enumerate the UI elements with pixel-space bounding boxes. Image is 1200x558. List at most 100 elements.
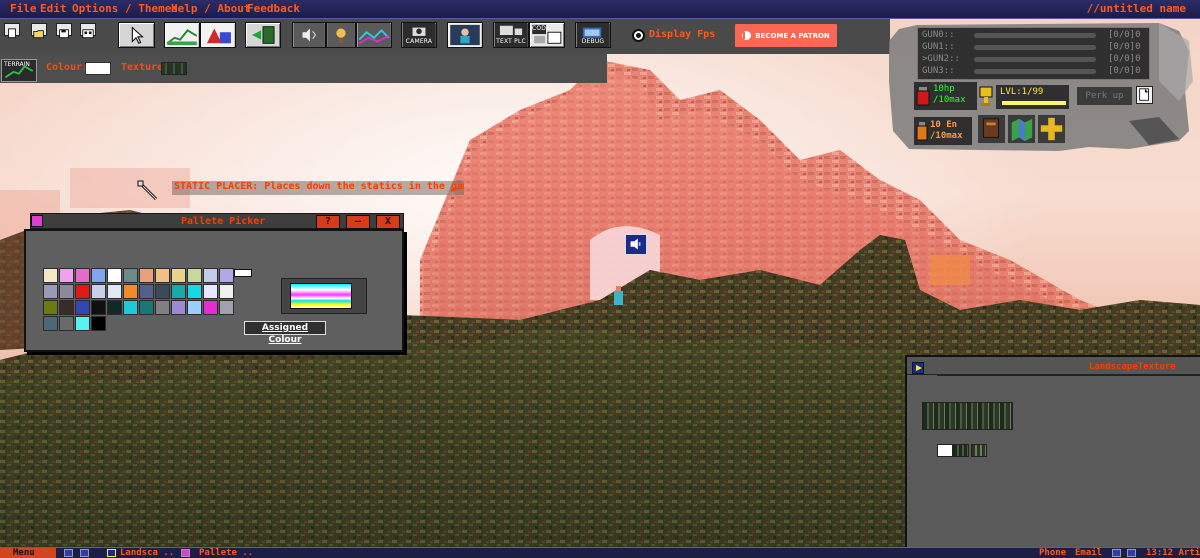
palette-swatch[interactable] [59,268,74,283]
texture-swatch[interactable] [161,62,187,75]
palette-swatch[interactable] [75,316,90,331]
perk-up-button[interactable]: Perk up [1076,86,1133,106]
texture-option-plain[interactable] [937,444,953,457]
palette-swatch[interactable] [43,316,58,331]
palette-swatch[interactable] [155,268,170,283]
palette-swatch[interactable] [219,284,234,299]
new-file-icon[interactable] [4,23,20,38]
sound-static-button[interactable] [292,22,326,48]
camera-button[interactable]: CAMERA [401,22,437,48]
tray-icon[interactable] [1127,549,1136,557]
objects-tool-button[interactable] [200,22,236,48]
radio-icon[interactable] [632,29,645,42]
palette-swatch[interactable] [43,300,58,315]
background-static-button[interactable] [356,22,392,48]
menu-options-themes[interactable]: Options / Themes [72,2,178,15]
phone-link[interactable]: Phone [1039,548,1066,558]
menu-feedback[interactable]: Feedback [247,2,300,15]
help-button[interactable]: ? [316,215,340,229]
palette-swatch[interactable] [155,284,170,299]
export-icon[interactable] [80,23,96,38]
palette-swatch[interactable] [43,284,58,299]
taskbar-app-icon[interactable] [80,549,89,557]
inventory-slot-map[interactable] [1007,114,1036,144]
taskbar-app-icon[interactable] [64,549,73,557]
palette-swatch[interactable] [171,284,186,299]
palette-swatch[interactable] [91,316,106,331]
palette-swatch[interactable] [59,300,74,315]
select-pointer-button[interactable] [118,22,155,48]
gun-label: GUN0:: [922,30,955,40]
inventory-slot-scroll[interactable] [977,114,1006,144]
open-folder-icon[interactable] [31,23,47,38]
speaker-icon[interactable] [625,234,647,255]
palette-swatch[interactable] [203,284,218,299]
text-placer-button[interactable]: TEXT PLC [493,22,529,48]
palette-swatch[interactable] [187,268,202,283]
hp-value: 10hp [933,84,955,94]
npc-button[interactable] [447,22,483,48]
palette-swatch[interactable] [123,300,138,315]
palette-swatch[interactable] [155,300,170,315]
colour-swatch[interactable] [85,62,111,75]
camera-label: CAMERA [405,38,433,45]
palette-swatch[interactable] [139,268,154,283]
enter-exit-button[interactable] [245,22,281,48]
palette-swatch[interactable] [187,300,202,315]
palette-swatch[interactable] [219,300,234,315]
close-button[interactable]: X [376,215,400,229]
palette-swatch[interactable] [107,300,122,315]
light-static-button[interactable] [326,22,356,48]
play-icon[interactable] [107,549,116,557]
gun-ammo-bar [974,57,1096,62]
save-disk-icon[interactable] [56,23,72,38]
menu-edit[interactable]: Edit [40,2,67,15]
palette-swatch[interactable] [171,300,186,315]
palette-swatch[interactable] [203,300,218,315]
palette-swatch[interactable] [139,284,154,299]
palette-swatch[interactable] [123,284,138,299]
palette-swatch[interactable] [75,284,90,299]
palette-swatch[interactable] [171,268,186,283]
palette-swatch[interactable] [203,268,218,283]
texture-option-grass[interactable] [953,444,969,457]
menu-help-about[interactable]: Help / About [171,2,250,15]
document-icon[interactable] [1136,86,1153,104]
palette-swatch[interactable] [107,268,122,283]
palette-swatch[interactable] [187,284,202,299]
palette-swatch[interactable] [59,284,74,299]
palette-swatch[interactable] [91,300,106,315]
start-menu-button[interactable]: Menu [0,548,56,558]
become-patron-button[interactable]: BECOME A PATRON [735,24,837,47]
inventory-slot-cross[interactable] [1037,114,1066,144]
taskbar-item-landscape[interactable]: Landsca .. [120,548,174,558]
code-button[interactable]: CODE [529,22,565,48]
patreon-logo-icon [742,31,752,40]
palette-swatch[interactable] [43,268,58,283]
terrain-mode-button[interactable]: TERRAIN [1,59,37,82]
palette-swatch[interactable] [91,284,106,299]
palette-swatch[interactable] [219,268,234,283]
palette-swatch[interactable] [91,268,106,283]
collapse-arrow-icon[interactable] [912,362,924,374]
palette-swatch[interactable] [107,284,122,299]
palette-swatch[interactable] [59,316,74,331]
palette-swatch[interactable] [75,300,90,315]
taskbar-item-pallete[interactable]: Pallete .. [199,548,253,558]
palette-swatch[interactable] [123,268,138,283]
debug-button[interactable]: DEBUG [575,22,611,48]
palette-swatch[interactable] [75,268,90,283]
pallete-taskbar-icon[interactable] [181,549,190,557]
email-link[interactable]: Email [1075,548,1102,558]
menu-file[interactable]: File [10,2,37,15]
minimize-button[interactable]: — [346,215,370,229]
pallete-picker-titlebar[interactable]: Pallete Picker ? — X [30,213,404,229]
tray-icon[interactable] [1112,549,1121,557]
palette-swatch[interactable] [139,300,154,315]
texture-option-moss[interactable] [971,444,987,457]
landscape-texture-header[interactable]: LandscapeTexture [907,357,1200,375]
menu-label: Menu [13,548,35,558]
assigned-colour-button[interactable]: Assigned Colour [244,321,326,345]
terrain-tool-button[interactable] [164,22,200,48]
texture-preview[interactable] [922,402,1013,430]
